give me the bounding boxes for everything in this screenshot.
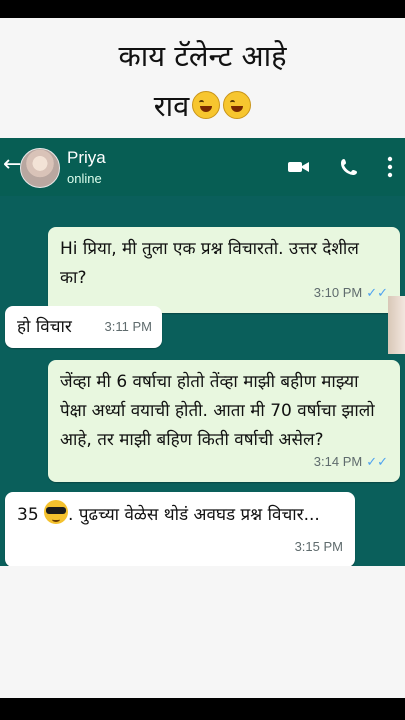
video-call-icon[interactable] (287, 158, 311, 176)
message-bubble-sent: जेंव्हा मी 6 वर्षाचा होतो तेंव्हा माझी ब… (48, 360, 400, 482)
rolling-laughing-emoji-icon (192, 91, 221, 119)
message-time: 3:14 PM ✓✓ (314, 447, 388, 476)
contact-name[interactable]: Priya (67, 148, 106, 168)
caption-line-1: काय टॅलेन्ट आहे (118, 39, 287, 73)
phone-call-icon[interactable] (339, 157, 359, 177)
message-text: 35 . पुढच्या वेळेस थोडं अवघड प्रश्न विचा… (17, 500, 343, 530)
chat-screen: ← Priya online Hi प्रिया, मी तुला एक प्र… (0, 138, 405, 566)
message-time-text: 3:14 PM (313, 454, 363, 469)
message-bubble-sent: Hi प्रिया, मी तुला एक प्रश्न विचारतो. उत… (48, 227, 400, 313)
sunglasses-emoji-icon (44, 500, 69, 524)
read-receipt-icon: ✓✓ (366, 454, 388, 469)
rolling-laughing-emoji-icon (223, 91, 252, 119)
menu-dots-icon[interactable] (385, 155, 395, 179)
message-time-text: 3:10 PM (313, 285, 363, 300)
message-time: 3:15 PM (294, 539, 343, 554)
message-bubble-received: 35 . पुढच्या वेळेस थोडं अवघड प्रश्न विचा… (5, 492, 355, 566)
caption-line-2-text: राव (153, 89, 190, 123)
read-receipt-icon: ✓✓ (366, 285, 388, 300)
partial-photo (388, 296, 405, 354)
back-arrow-icon[interactable]: ← (3, 152, 21, 177)
message-text-body: . पुढच्या वेळेस थोडं अवघड प्रश्न विचार..… (68, 505, 320, 525)
message-number: 35 (17, 505, 39, 525)
message-text: जेंव्हा मी 6 वर्षाचा होतो तेंव्हा माझी ब… (60, 372, 375, 450)
contact-status: online (67, 171, 102, 186)
avatar[interactable] (20, 148, 60, 188)
chat-header: ← Priya online (0, 138, 405, 196)
message-bubble-received: हो विचार 3:11 PM (5, 306, 162, 348)
screenshot-frame: काय टॅलेन्ट आहे राव ← Priya online Hi प्… (0, 18, 405, 698)
message-time: 3:11 PM (104, 319, 152, 334)
message-time: 3:10 PM ✓✓ (314, 278, 388, 307)
caption-line-2: राव (0, 86, 405, 126)
